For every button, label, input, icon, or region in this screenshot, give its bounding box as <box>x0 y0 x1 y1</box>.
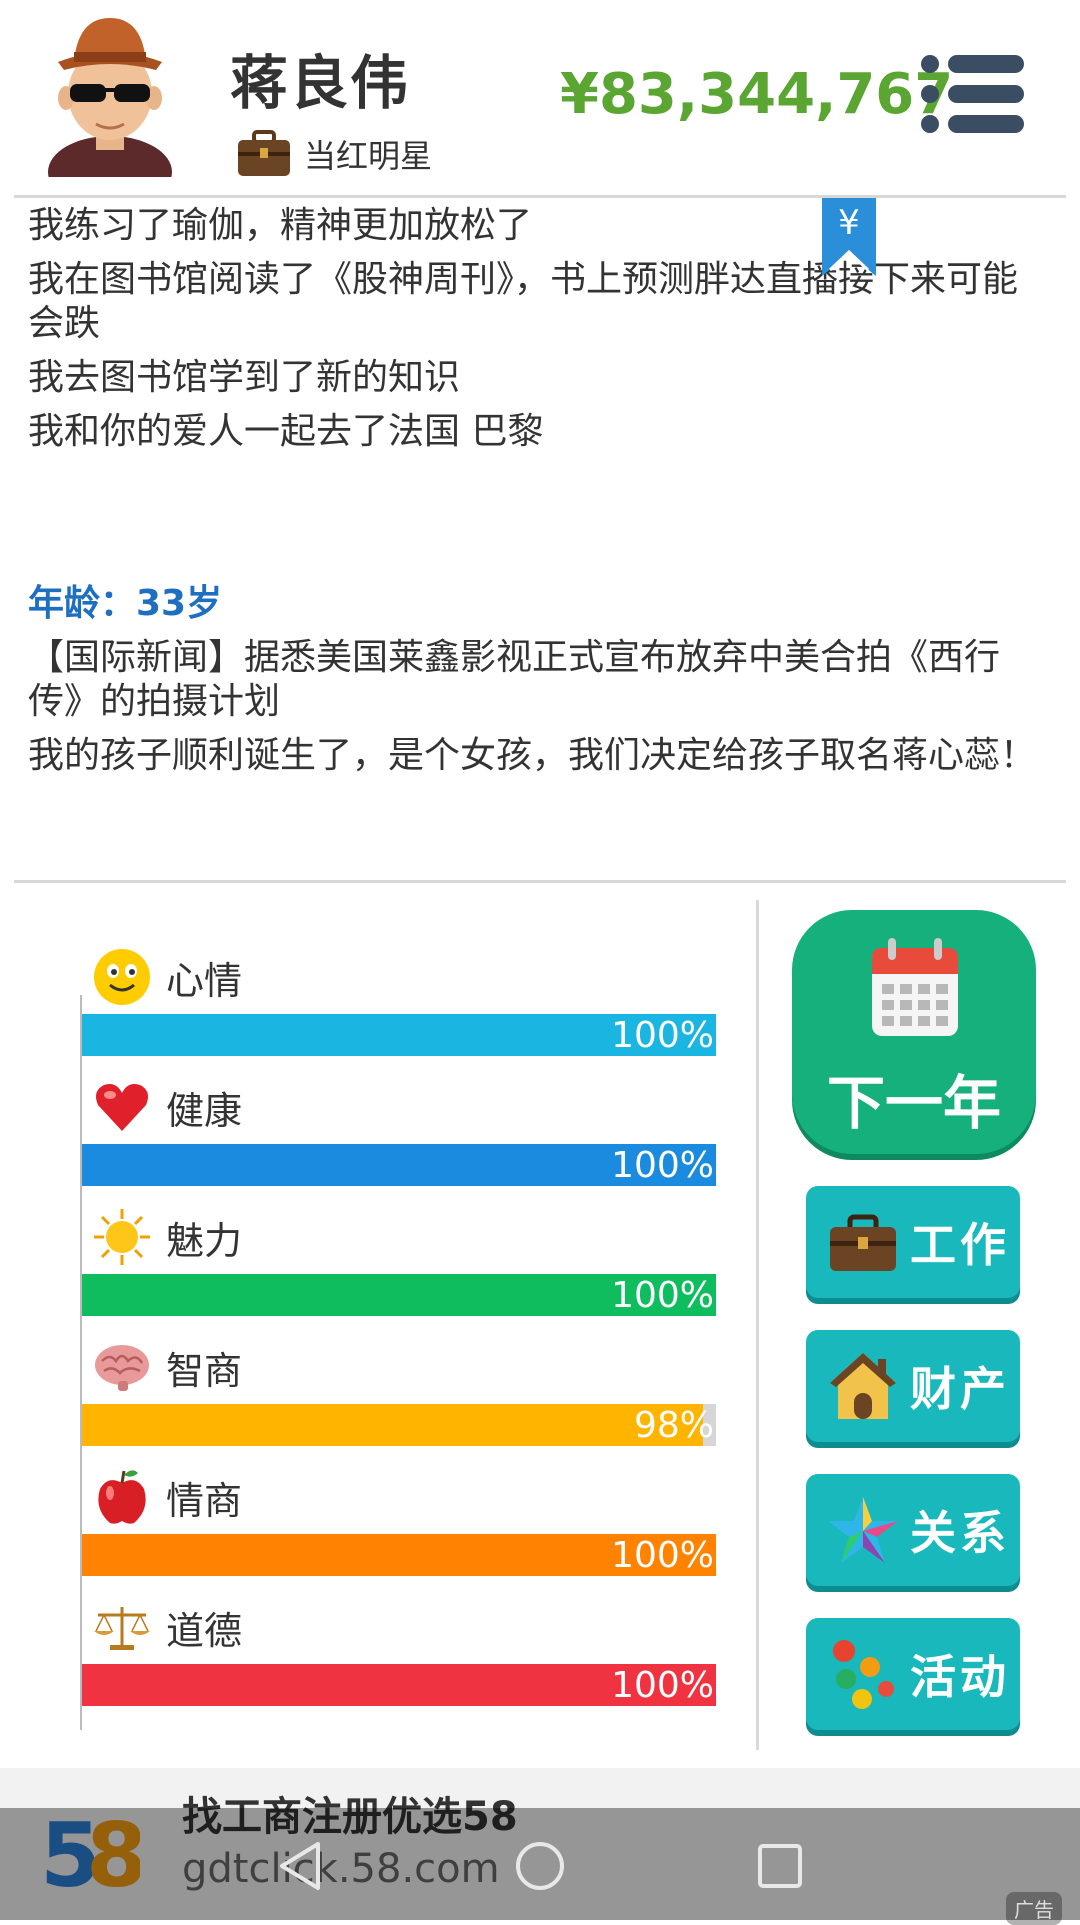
home-icon[interactable] <box>510 1836 570 1896</box>
smiley-icon <box>94 949 150 1005</box>
stat-bar: 100% <box>82 1534 716 1576</box>
house-icon <box>830 1353 896 1419</box>
stat-bar: 100% <box>82 1274 716 1316</box>
stats-panel: 心情 100% 健康 100% 魅力 100% 智商 98% 情商 100% 道… <box>80 940 720 1720</box>
work-button[interactable]: 工作 <box>806 1186 1020 1298</box>
stat-head: 心情 <box>92 946 242 1008</box>
apple-icon <box>98 1470 146 1524</box>
stat-percent: 100% <box>611 1535 714 1576</box>
work-label: 工作 <box>910 1218 1010 1272</box>
log-line: 我在图书馆阅读了《股神周刊》，书上预测胖达直播接下来可能会跌 <box>28 259 1019 344</box>
sun-icon <box>94 1209 150 1265</box>
back-icon[interactable] <box>270 1836 330 1896</box>
stat-percent: 100% <box>611 1665 714 1706</box>
calendar-icon <box>872 938 958 1036</box>
stat-percent: 100% <box>611 1015 714 1056</box>
relations-label: 关系 <box>910 1506 1010 1560</box>
stat-label: 魅力 <box>166 1218 243 1263</box>
log-line: 我去图书馆学到了新的知识 <box>28 357 461 398</box>
stat-charm: 魅力 100% <box>80 1200 720 1330</box>
header: 蒋良伟 当红明星 ¥83,344,767 <box>0 0 1080 195</box>
panel-divider <box>756 900 759 1750</box>
bookmark-icon[interactable]: ¥ <box>822 198 876 276</box>
money-balance: ¥83,344,767 <box>560 62 954 127</box>
activities-label: 活动 <box>910 1650 1010 1704</box>
stat-bar: 100% <box>82 1664 716 1706</box>
stat-iq: 智商 98% <box>80 1330 720 1460</box>
stat-percent: 100% <box>611 1275 714 1316</box>
property-label: 财产 <box>910 1362 1010 1416</box>
job-title: 当红明星 <box>304 137 433 175</box>
property-button[interactable]: 财产 <box>806 1330 1020 1442</box>
avatar[interactable] <box>40 12 180 177</box>
stat-label: 健康 <box>166 1088 243 1133</box>
stat-head: 魅力 <box>92 1206 242 1268</box>
stat-bar: 100% <box>82 1014 716 1056</box>
brain-icon <box>95 1345 149 1391</box>
recents-icon[interactable] <box>750 1836 810 1896</box>
activities-icon <box>833 1640 894 1709</box>
next-year-label: 下一年 <box>826 1069 1001 1137</box>
stat-bar: 98% <box>82 1404 716 1446</box>
stat-percent: 98% <box>633 1405 714 1446</box>
star-icon <box>828 1497 898 1563</box>
stat-label: 心情 <box>166 958 243 1003</box>
activities-button[interactable]: 活动 <box>806 1618 1020 1730</box>
stat-mood: 心情 100% <box>80 940 720 1070</box>
stat-head: 道德 <box>92 1596 242 1658</box>
age-label: 年龄：33岁 <box>28 583 223 624</box>
stat-label: 情商 <box>166 1478 243 1523</box>
relations-button[interactable]: 关系 <box>806 1474 1020 1586</box>
stat-label: 道德 <box>166 1608 243 1653</box>
bookmark-symbol: ¥ <box>838 203 860 243</box>
log-divider <box>14 880 1066 883</box>
menu-icon[interactable] <box>920 54 1026 134</box>
header-divider <box>14 195 1066 198</box>
log-line: 我练习了瑜伽，精神更加放松了 <box>28 205 533 246</box>
log-line: 我和你的爱人一起去了法国 巴黎 <box>28 411 544 452</box>
scales-icon <box>94 1607 150 1650</box>
job-row: 当红明星 <box>236 128 432 180</box>
stat-morality: 道德 100% <box>80 1590 720 1720</box>
heart-icon <box>96 1084 148 1131</box>
stat-eq: 情商 100% <box>80 1460 720 1590</box>
ad-tag: 广告 <box>1006 1892 1062 1925</box>
stat-bar: 100% <box>82 1144 716 1186</box>
event-log: 我练习了瑜伽，精神更加放松了 我在图书馆阅读了《股神周刊》，书上预测胖达直播接下… <box>28 204 1038 788</box>
next-year-button[interactable]: 下一年 <box>792 910 1036 1154</box>
stat-bar-fill <box>82 1404 704 1446</box>
briefcase-icon <box>238 130 290 176</box>
log-line: 我的孩子顺利诞生了，是个女孩，我们决定给孩子取名蒋心蕊！ <box>28 735 1037 776</box>
stat-label: 智商 <box>166 1348 243 1393</box>
stat-percent: 100% <box>611 1145 714 1186</box>
stat-head: 智商 <box>92 1336 242 1398</box>
stat-head: 健康 <box>92 1076 242 1138</box>
player-name: 蒋良伟 <box>230 49 411 117</box>
stat-health: 健康 100% <box>80 1070 720 1200</box>
briefcase-icon <box>830 1214 896 1271</box>
log-line: 【国际新闻】据悉美国莱鑫影视正式宣布放弃中美合拍《西行传》的拍摄计划 <box>28 637 1001 722</box>
system-nav-bar <box>0 1808 1080 1920</box>
stat-head: 情商 <box>92 1466 242 1528</box>
